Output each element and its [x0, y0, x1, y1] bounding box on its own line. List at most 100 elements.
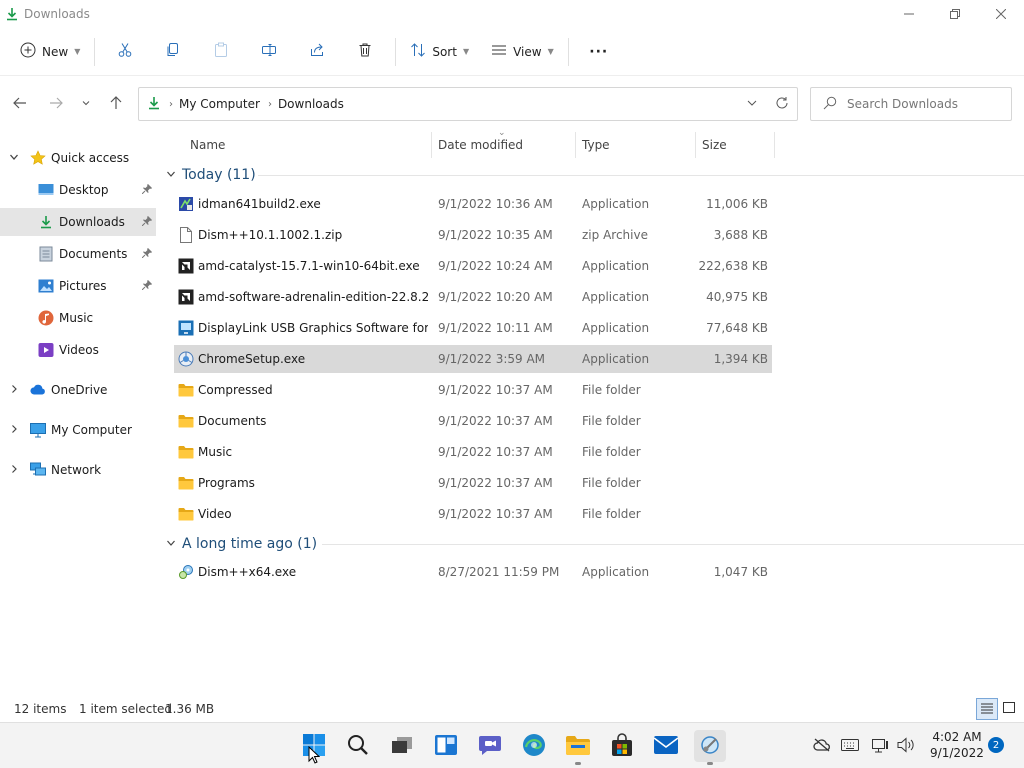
- delete-button[interactable]: [345, 34, 385, 70]
- breadcrumb-my-computer[interactable]: My Computer: [179, 97, 260, 111]
- chevron-down-icon: ▼: [547, 47, 554, 56]
- chevron-right-icon[interactable]: ›: [268, 99, 272, 110]
- maximize-button[interactable]: [932, 0, 978, 28]
- group-header-long-ago[interactable]: A long time ago (1): [166, 532, 317, 556]
- file-row[interactable]: Compressed 9/1/2022 10:37 AM File folder: [174, 376, 772, 404]
- refresh-icon[interactable]: [775, 96, 789, 113]
- system-clock[interactable]: 4:02 AM 9/1/2022: [926, 729, 988, 761]
- recent-locations-button[interactable]: [70, 88, 102, 120]
- file-name: Dism++x64.exe: [198, 565, 297, 579]
- cut-button[interactable]: [105, 34, 145, 70]
- file-row[interactable]: amd-software-adrenalin-edition-22.8.2-..…: [174, 283, 772, 311]
- sidebar-item-music[interactable]: Music: [0, 304, 156, 332]
- chevron-down-icon: ▼: [462, 47, 470, 56]
- sidebar-item-pictures[interactable]: Pictures: [0, 272, 156, 300]
- volume-icon[interactable]: [896, 735, 916, 755]
- file-row[interactable]: Documents 9/1/2022 10:37 AM File folder: [174, 407, 772, 435]
- more-options-button[interactable]: ···: [579, 34, 619, 70]
- chat-button[interactable]: [474, 730, 506, 762]
- store-button[interactable]: [606, 730, 638, 762]
- sidebar-item-documents[interactable]: Documents: [0, 240, 156, 268]
- column-header-type[interactable]: Type: [582, 128, 610, 162]
- column-divider[interactable]: [695, 132, 696, 158]
- chevron-right-icon[interactable]: ›: [169, 99, 173, 110]
- file-row[interactable]: DisplayLink USB Graphics Software for Wi…: [174, 314, 772, 342]
- task-view-button[interactable]: [386, 730, 418, 762]
- search-box[interactable]: [810, 87, 1012, 121]
- share-button[interactable]: [297, 34, 337, 70]
- copy-button[interactable]: [153, 34, 193, 70]
- cloud-offline-icon[interactable]: [812, 735, 832, 755]
- pin-icon[interactable]: [141, 215, 152, 229]
- file-row[interactable]: amd-catalyst-15.7.1-win10-64bit.exe 9/1/2…: [174, 252, 772, 280]
- search-input[interactable]: [847, 97, 997, 111]
- close-button[interactable]: [978, 0, 1024, 28]
- tiles-view-icon: [1003, 701, 1015, 717]
- view-button[interactable]: View ▼: [483, 34, 562, 70]
- forward-button[interactable]: [40, 88, 72, 120]
- up-button[interactable]: [100, 88, 132, 120]
- tiles-view-button[interactable]: [998, 698, 1020, 720]
- mail-button[interactable]: [650, 730, 682, 762]
- file-date-modified: 9/1/2022 3:59 AM: [438, 352, 546, 366]
- file-row[interactable]: idman641build2.exe 9/1/2022 10:36 AM Appli…: [174, 190, 772, 218]
- file-type: Application: [582, 259, 650, 273]
- column-header-name[interactable]: Name: [190, 128, 225, 162]
- widgets-button[interactable]: [430, 730, 462, 762]
- network-status-icon[interactable]: [872, 735, 892, 755]
- address-dropdown-icon[interactable]: [747, 97, 757, 111]
- copy-icon: [165, 42, 181, 61]
- file-row[interactable]: Video 9/1/2022 10:37 AM File folder: [174, 500, 772, 528]
- mail-icon: [653, 735, 679, 758]
- chevron-right-icon[interactable]: [8, 424, 20, 437]
- breadcrumb-downloads[interactable]: Downloads: [278, 97, 344, 111]
- file-row[interactable]: Dism++10.1.1002.1.zip 9/1/2022 10:35 AM zi…: [174, 221, 772, 249]
- paste-button[interactable]: [201, 34, 241, 70]
- network-icon: [30, 462, 46, 478]
- group-label: Today (11): [182, 167, 256, 183]
- column-divider[interactable]: [774, 132, 775, 158]
- sidebar-item-videos[interactable]: Videos: [0, 336, 156, 364]
- chevron-down-icon[interactable]: [8, 152, 20, 165]
- address-bar[interactable]: › My Computer › Downloads: [138, 87, 798, 121]
- pin-icon[interactable]: [141, 183, 152, 197]
- sidebar-item-onedrive[interactable]: OneDrive: [0, 376, 156, 404]
- new-button[interactable]: New ▼: [12, 34, 88, 70]
- column-divider[interactable]: [431, 132, 432, 158]
- dism-app-button[interactable]: [694, 730, 726, 765]
- sort-button[interactable]: Sort ▼: [402, 34, 477, 70]
- search-button[interactable]: [342, 730, 374, 762]
- file-explorer-button[interactable]: [562, 730, 594, 765]
- column-header-size[interactable]: Size: [702, 128, 727, 162]
- file-row[interactable]: ChromeSetup.exe 9/1/2022 3:59 AM Applicati…: [174, 345, 772, 373]
- file-row[interactable]: Programs 9/1/2022 10:37 AM File folder: [174, 469, 772, 497]
- edge-button[interactable]: [518, 730, 550, 762]
- back-button[interactable]: [4, 88, 36, 120]
- keyboard-icon[interactable]: [840, 735, 860, 755]
- column-divider[interactable]: [575, 132, 576, 158]
- details-view-button[interactable]: [976, 698, 998, 720]
- start-button[interactable]: [298, 730, 330, 764]
- column-header-date[interactable]: Date modified: [438, 128, 523, 162]
- pin-icon[interactable]: [141, 279, 152, 293]
- rename-button[interactable]: [249, 34, 289, 70]
- notification-badge[interactable]: 2: [988, 737, 1004, 753]
- sidebar-item-my-computer[interactable]: My Computer: [0, 416, 156, 444]
- chevron-right-icon[interactable]: [8, 384, 20, 397]
- file-row[interactable]: Music 9/1/2022 10:37 AM File folder: [174, 438, 772, 466]
- minimize-button[interactable]: [886, 0, 932, 28]
- sidebar-item-label: Documents: [59, 247, 128, 261]
- sidebar-item-quick-access[interactable]: Quick access: [0, 144, 156, 172]
- sidebar-item-network[interactable]: Network: [0, 456, 156, 484]
- file-row[interactable]: Dism++x64.exe 8/27/2021 11:59 PM Applicati…: [174, 558, 772, 586]
- file-type: Application: [582, 352, 650, 366]
- details-view-icon: [980, 702, 994, 717]
- chevron-right-icon[interactable]: [8, 464, 20, 477]
- mouse-cursor-icon: [308, 745, 321, 767]
- group-header-today[interactable]: Today (11): [166, 163, 256, 187]
- sidebar-item-desktop[interactable]: Desktop: [0, 176, 156, 204]
- pin-icon[interactable]: [141, 247, 152, 261]
- amd-icon: [178, 258, 194, 274]
- sidebar-item-label: Quick access: [51, 151, 130, 165]
- sidebar-item-downloads[interactable]: Downloads: [0, 208, 156, 236]
